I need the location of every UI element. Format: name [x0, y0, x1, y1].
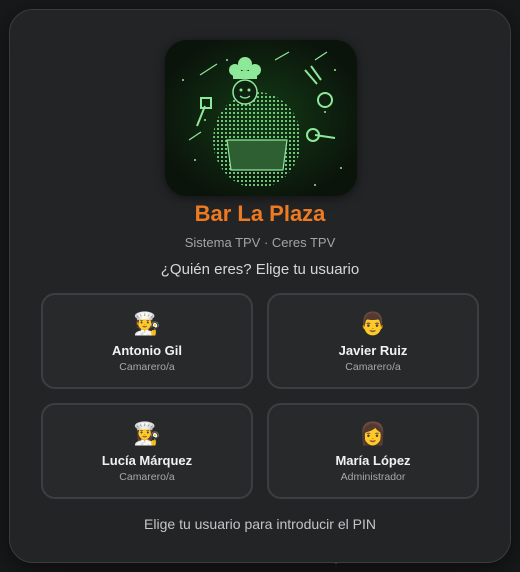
user-name: Lucía Márquez — [101, 453, 193, 468]
user-card-javier-ruiz[interactable]: 👨 Javier Ruiz Camarero/a — [267, 293, 479, 389]
user-card-lucia-marquez[interactable]: 👩‍🍳 Lucía Márquez Camarero/a — [41, 403, 253, 499]
user-role: Camarero/a — [119, 361, 175, 373]
avatar-icon: 🧑‍🍳 — [133, 311, 161, 336]
user-name: Antonio Gil — [111, 343, 183, 358]
user-role: Camarero/a — [345, 361, 401, 373]
avatar-icon: 👩 — [359, 421, 387, 446]
user-name: Javier Ruiz — [338, 343, 408, 358]
user-select-prompt: ¿Quién eres? Elige tu usuario — [160, 261, 360, 278]
avatar-icon: 👨 — [359, 311, 387, 336]
user-role: Camarero/a — [119, 471, 175, 483]
avatar-icon: 👩‍🍳 — [133, 421, 161, 446]
user-card-maria-lopez[interactable]: 👩 María López Administrador — [267, 403, 479, 499]
page-title: Bar La Plaza — [194, 201, 326, 226]
login-card: Bar La Plaza Sistema TPV · Ceres TPV ¿Qu… — [9, 9, 511, 563]
page-subtitle: Sistema TPV · Ceres TPV — [184, 235, 336, 250]
user-role: Administrador — [340, 471, 406, 483]
pin-hint: Elige tu usuario para introducir el PIN — [144, 516, 376, 532]
user-card-antonio-gil[interactable]: 🧑‍🍳 Antonio Gil Camarero/a — [41, 293, 253, 389]
user-name: María López — [335, 453, 411, 468]
chef-logo-icon — [165, 40, 357, 196]
